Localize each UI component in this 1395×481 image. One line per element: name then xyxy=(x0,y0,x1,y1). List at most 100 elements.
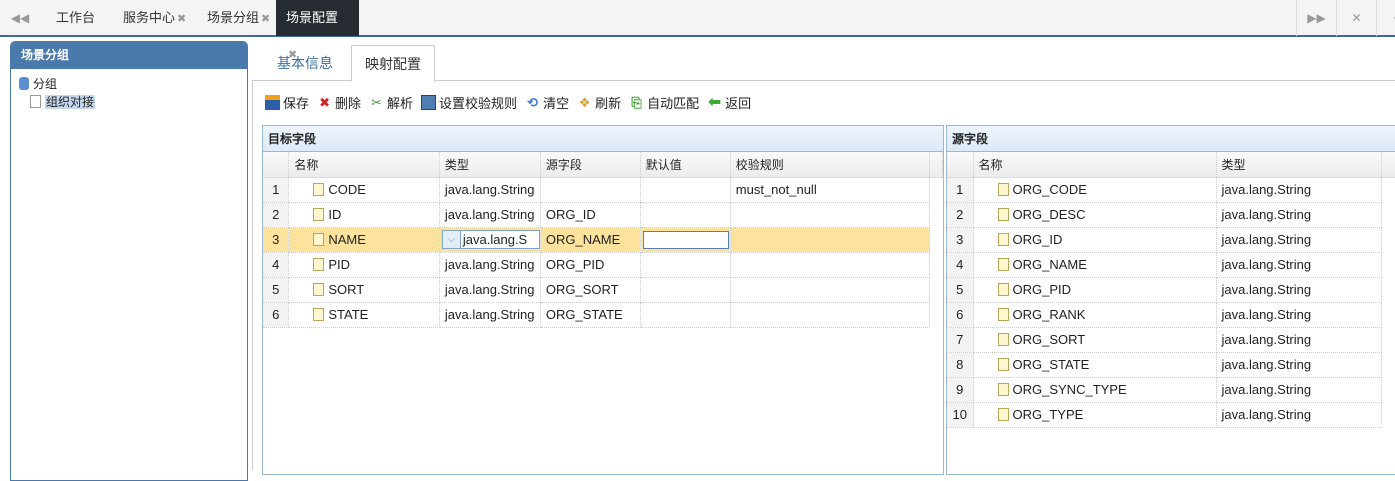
type-cell[interactable]: java.lang.String xyxy=(439,202,541,228)
save-button[interactable]: 保存 xyxy=(265,92,309,112)
type-cell[interactable]: ⌵ java.lang.S xyxy=(439,227,541,253)
tree-node-child[interactable]: 组织对接 xyxy=(19,93,239,111)
name-cell[interactable]: NAME xyxy=(288,227,440,253)
chevron-down-icon[interactable]: ⌵ xyxy=(442,231,461,248)
default-value-cell[interactable] xyxy=(640,302,731,328)
name-cell[interactable]: ORG_PID xyxy=(973,277,1217,303)
table-row[interactable]: 7 ORG_SORT java.lang.String xyxy=(947,327,1395,353)
type-cell[interactable]: java.lang.String xyxy=(1216,377,1382,403)
tab-scene-config[interactable]: 场景配置✖ xyxy=(276,0,359,61)
source-field-cell[interactable]: ORG_STATE xyxy=(540,302,641,328)
column-header[interactable]: 类型 xyxy=(439,152,541,178)
name-cell[interactable]: ORG_TYPE xyxy=(973,402,1217,428)
tab-workbench[interactable]: 工作台 xyxy=(46,0,105,36)
scroll-left-button[interactable]: ◀◀ xyxy=(0,0,40,36)
row-number: 5 xyxy=(263,277,290,303)
table-row[interactable]: 6 STATE java.lang.String ORG_STATE xyxy=(263,302,943,328)
table-row[interactable]: 6 ORG_RANK java.lang.String xyxy=(947,302,1395,328)
type-cell[interactable]: java.lang.String xyxy=(1216,402,1382,428)
rule-cell[interactable] xyxy=(730,252,931,278)
table-row[interactable]: 9 ORG_SYNC_TYPE java.lang.String xyxy=(947,377,1395,403)
type-cell[interactable]: java.lang.String xyxy=(439,277,541,303)
type-cell[interactable]: java.lang.String xyxy=(1216,302,1382,328)
rule-cell[interactable] xyxy=(730,202,931,228)
name-cell[interactable]: PID xyxy=(288,252,440,278)
auto-match-button[interactable]: ⎘ 自动匹配 xyxy=(629,92,699,112)
source-field-cell[interactable]: ORG_PID xyxy=(540,252,641,278)
column-header[interactable]: 名称 xyxy=(288,152,440,178)
source-field-cell[interactable]: ORG_SORT xyxy=(540,277,641,303)
set-rule-button[interactable]: 设置校验规则 xyxy=(421,92,517,112)
type-combobox[interactable]: ⌵ java.lang.S xyxy=(441,230,540,249)
table-row[interactable]: 3 ORG_ID java.lang.String xyxy=(947,227,1395,253)
table-row[interactable]: 2 ORG_DESC java.lang.String xyxy=(947,202,1395,228)
table-row[interactable]: 5 SORT java.lang.String ORG_SORT xyxy=(263,277,943,303)
source-field-cell[interactable]: ORG_NAME xyxy=(540,227,641,253)
table-row[interactable]: 10 ORG_TYPE java.lang.String xyxy=(947,402,1395,428)
table-row[interactable]: 2 ID java.lang.String ORG_ID xyxy=(263,202,943,228)
name-cell[interactable]: ORG_SYNC_TYPE xyxy=(973,377,1217,403)
source-field-cell[interactable] xyxy=(540,177,641,203)
default-value-cell[interactable] xyxy=(640,277,731,303)
default-value-cell[interactable] xyxy=(640,252,731,278)
type-cell[interactable]: java.lang.String xyxy=(439,302,541,328)
rule-cell[interactable] xyxy=(730,277,931,303)
refresh-button[interactable]: ❖ 刷新 xyxy=(577,92,621,112)
close-icon[interactable]: ✖ xyxy=(261,13,270,25)
default-value-cell[interactable] xyxy=(640,227,731,253)
table-row[interactable]: 5 ORG_PID java.lang.String xyxy=(947,277,1395,303)
tab-mapping-config[interactable]: 映射配置 xyxy=(351,45,435,82)
name-cell[interactable]: ID xyxy=(288,202,440,228)
tab-service-center[interactable]: 服务中心 ✖ xyxy=(113,0,196,36)
clear-button[interactable]: ⟲ 清空 xyxy=(525,92,569,112)
type-cell[interactable]: java.lang.String xyxy=(1216,352,1382,378)
rule-cell[interactable]: must_not_null xyxy=(730,177,931,203)
column-header[interactable]: 校验规则 xyxy=(730,152,931,178)
column-header[interactable]: 类型 xyxy=(1216,152,1382,178)
rule-cell[interactable] xyxy=(730,302,931,328)
type-cell[interactable]: java.lang.String xyxy=(1216,177,1382,203)
more-button[interactable]: + xyxy=(1376,0,1395,36)
name-cell[interactable]: STATE xyxy=(288,302,440,328)
back-button[interactable]: ⬅ 返回 xyxy=(707,92,751,112)
name-cell[interactable]: CODE xyxy=(288,177,440,203)
table-row[interactable]: 8 ORG_STATE java.lang.String xyxy=(947,352,1395,378)
tab-basic-info[interactable]: 基本信息 xyxy=(264,45,346,82)
type-cell[interactable]: java.lang.String xyxy=(1216,227,1382,253)
type-cell[interactable]: java.lang.String xyxy=(1216,202,1382,228)
type-cell[interactable]: java.lang.String xyxy=(439,177,541,203)
column-header[interactable]: 源字段 xyxy=(540,152,641,178)
default-value-cell[interactable] xyxy=(640,202,731,228)
type-cell[interactable]: java.lang.String xyxy=(1216,327,1382,353)
name-cell[interactable]: SORT xyxy=(288,277,440,303)
name-cell[interactable]: ORG_RANK xyxy=(973,302,1217,328)
tab-scene-group[interactable]: 场景分组 ✖ xyxy=(197,0,280,36)
default-value-input[interactable] xyxy=(642,230,729,249)
table-row[interactable]: 1 ORG_CODE java.lang.String xyxy=(947,177,1395,203)
rule-cell[interactable] xyxy=(730,227,931,253)
type-cell[interactable]: java.lang.String xyxy=(439,252,541,278)
scroll-right-button[interactable]: ▶▶ xyxy=(1296,0,1336,36)
table-row[interactable]: 4 ORG_NAME java.lang.String xyxy=(947,252,1395,278)
fullscreen-icon[interactable]: ✕ xyxy=(1336,0,1376,36)
close-icon[interactable]: ✖ xyxy=(177,13,186,25)
table-row[interactable]: 4 PID java.lang.String ORG_PID xyxy=(263,252,943,278)
name-cell[interactable]: ORG_NAME xyxy=(973,252,1217,278)
name-cell[interactable]: ORG_DESC xyxy=(973,202,1217,228)
type-cell[interactable]: java.lang.String xyxy=(1216,252,1382,278)
source-field-cell[interactable]: ORG_ID xyxy=(540,202,641,228)
column-header[interactable]: 名称 xyxy=(973,152,1217,178)
tree-node-root[interactable]: 分组 xyxy=(19,75,239,93)
type-cell[interactable]: java.lang.String xyxy=(1216,277,1382,303)
default-value-cell[interactable] xyxy=(640,177,731,203)
cell-text: STATE xyxy=(328,307,369,322)
delete-button[interactable]: ✖ 删除 xyxy=(317,92,361,112)
name-cell[interactable]: ORG_ID xyxy=(973,227,1217,253)
table-row[interactable]: 3 NAME ⌵ java.lang.S ORG_NAME xyxy=(263,227,943,253)
name-cell[interactable]: ORG_CODE xyxy=(973,177,1217,203)
table-row[interactable]: 1 CODE java.lang.String must_not_null xyxy=(263,177,943,203)
name-cell[interactable]: ORG_SORT xyxy=(973,327,1217,353)
parse-button[interactable]: ✂ 解析 xyxy=(369,92,413,112)
column-header[interactable]: 默认值 xyxy=(640,152,731,178)
name-cell[interactable]: ORG_STATE xyxy=(973,352,1217,378)
